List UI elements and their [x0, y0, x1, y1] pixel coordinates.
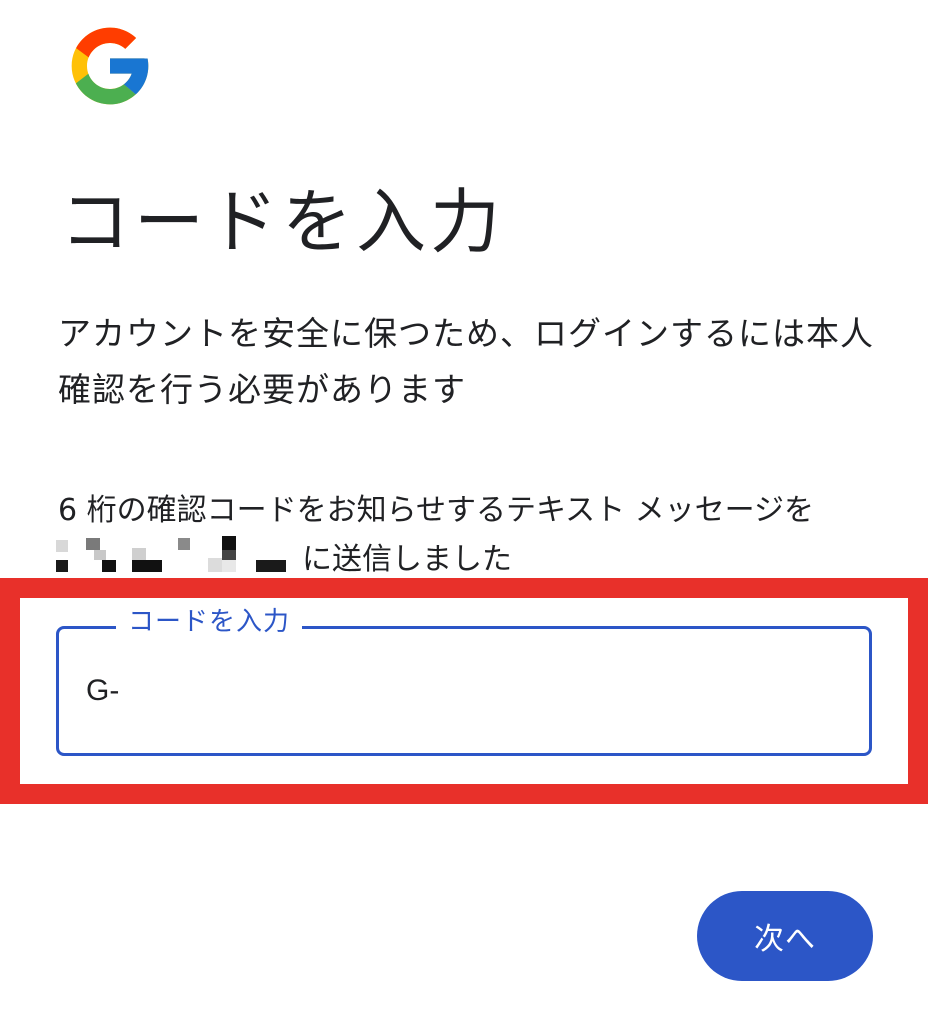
- google-logo-icon: [64, 20, 156, 112]
- page-title: コードを入力: [60, 181, 504, 263]
- code-field-label: コードを入力: [116, 602, 303, 642]
- next-button[interactable]: 次へ: [697, 891, 873, 981]
- code-input[interactable]: [86, 666, 846, 716]
- sms-sent-text: に送信しました: [302, 542, 512, 577]
- page-description: アカウントを安全に保つため、ログインするには本人確認を行う必要があります: [58, 314, 874, 409]
- masked-phone-number: [56, 536, 288, 576]
- sms-message-recipient-line: に送信しました: [56, 532, 512, 580]
- sms-message-line: 6 桁の確認コードをお知らせするテキスト メッセージを: [58, 493, 815, 528]
